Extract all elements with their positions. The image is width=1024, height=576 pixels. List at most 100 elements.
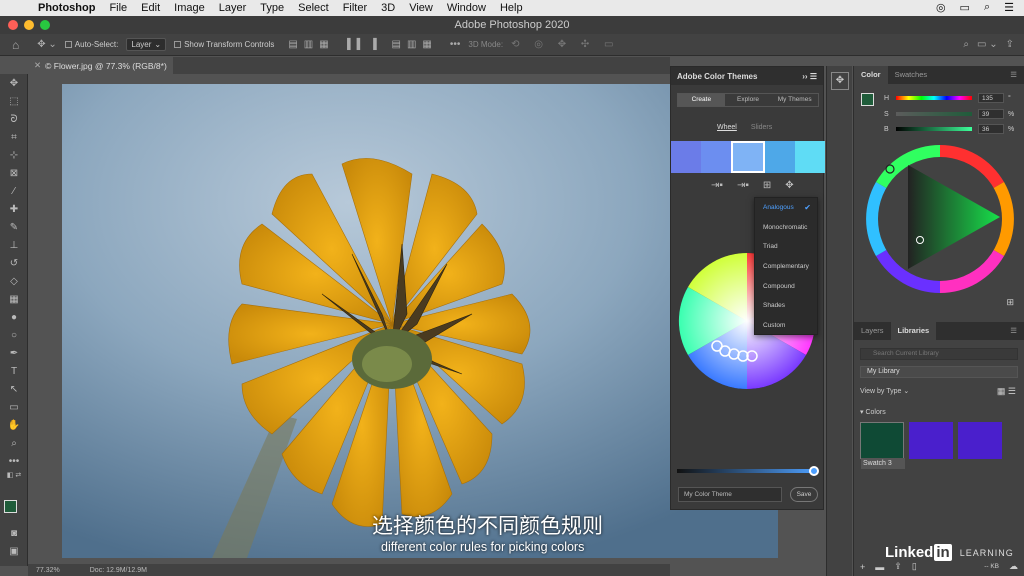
tab-swatches[interactable]: Swatches: [888, 66, 935, 84]
library-swatch[interactable]: [958, 422, 1002, 459]
theme-swatch-base[interactable]: [731, 141, 765, 173]
color-rule-icon[interactable]: ✥: [785, 180, 793, 191]
brightness-slider[interactable]: [896, 127, 972, 131]
gradient-tool-icon[interactable]: ▦: [0, 290, 28, 308]
move-tool-icon[interactable]: ✥ ⌄: [37, 39, 57, 50]
save-theme-button[interactable]: Save: [790, 487, 818, 502]
color-themes-dock-icon[interactable]: ✥: [831, 72, 849, 90]
library-search-input[interactable]: Search Current Library: [860, 348, 1018, 360]
theme-swatch[interactable]: [671, 141, 701, 173]
color-themes-title[interactable]: Adobe Color Themes: [677, 72, 757, 81]
menu-layer[interactable]: Layer: [219, 2, 247, 14]
add-element-icon[interactable]: +: [860, 562, 865, 572]
theme-name-input[interactable]: My Color Theme: [678, 487, 782, 502]
healing-tool-icon[interactable]: ✚: [0, 200, 28, 218]
dodge-tool-icon[interactable]: ○: [0, 326, 28, 344]
tab-libraries[interactable]: Libraries: [890, 322, 937, 340]
brightness-slider[interactable]: [677, 469, 817, 473]
screen-mode-icon[interactable]: ▣: [0, 542, 28, 560]
layer-select[interactable]: Layer ⌄: [126, 38, 167, 51]
rule-option-complementary[interactable]: Complementary: [755, 257, 817, 277]
zoom-tool-icon[interactable]: ⌕: [0, 434, 28, 452]
hsb-color-wheel[interactable]: [862, 141, 1018, 297]
menu-help[interactable]: Help: [500, 2, 523, 14]
stamp-tool-icon[interactable]: ⊥: [0, 236, 28, 254]
eyedropper-tool-icon[interactable]: ⁄: [0, 182, 28, 200]
library-swatch[interactable]: [909, 422, 953, 459]
library-select[interactable]: My Library: [860, 366, 1018, 378]
pen-tool-icon[interactable]: ✒: [0, 344, 28, 362]
creative-cloud-icon[interactable]: ◎: [936, 1, 946, 14]
rule-option-triad[interactable]: Triad: [755, 237, 817, 257]
brightness-slider-knob[interactable]: [809, 466, 819, 476]
more-tools-icon[interactable]: •••: [0, 452, 28, 470]
path-select-tool-icon[interactable]: ↖: [0, 380, 28, 398]
close-window-button[interactable]: [8, 20, 18, 30]
eraser-tool-icon[interactable]: ◇: [0, 272, 28, 290]
3d-tools-icons[interactable]: ⟲ ◎ ✥ ✣ ▭: [511, 39, 619, 50]
folder-icon[interactable]: ▬: [875, 562, 884, 572]
panel-menu-icon[interactable]: ☰: [1003, 66, 1024, 84]
default-colors-icon[interactable]: ◧ ⇄: [0, 470, 28, 480]
panel-menu-icon[interactable]: ☰: [1003, 322, 1024, 340]
crop-tool-icon[interactable]: ⊹: [0, 146, 28, 164]
theme-swatch[interactable]: [765, 141, 795, 173]
menu-3d[interactable]: 3D: [381, 2, 395, 14]
view-mode-icons[interactable]: ▦ ☰: [997, 386, 1016, 397]
tab-color[interactable]: Color: [854, 66, 888, 84]
more-options-icon[interactable]: •••: [450, 39, 461, 50]
delete-icon[interactable]: ▯: [912, 561, 917, 572]
tab-layers[interactable]: Layers: [854, 322, 891, 340]
rule-option-compound[interactable]: Compound: [755, 276, 817, 296]
menu-select[interactable]: Select: [298, 2, 329, 14]
upload-icon[interactable]: ⇪: [894, 561, 902, 572]
marquee-tool-icon[interactable]: ⬚: [0, 92, 28, 110]
tab-wheel[interactable]: Wheel: [717, 124, 737, 131]
tab-my-themes[interactable]: My Themes: [771, 94, 818, 106]
foreground-color-swatch[interactable]: [4, 500, 17, 513]
home-icon[interactable]: ⌂: [12, 38, 19, 52]
menu-image[interactable]: Image: [174, 2, 205, 14]
search-icon[interactable]: ⌕: [963, 39, 969, 50]
quick-mask-icon[interactable]: ◙: [0, 524, 28, 542]
menu-file[interactable]: File: [109, 2, 127, 14]
theme-swatch[interactable]: [701, 141, 731, 173]
menu-filter[interactable]: Filter: [343, 2, 367, 14]
menu-view[interactable]: View: [409, 2, 433, 14]
align-icons[interactable]: ▤▥▦ ▐▌▐ ▤▥▦: [288, 39, 438, 50]
brightness-value[interactable]: 36: [978, 124, 1004, 134]
panel-menu-icon[interactable]: ›› ☰: [802, 72, 817, 81]
brush-tool-icon[interactable]: ✎: [0, 218, 28, 236]
menu-window[interactable]: Window: [447, 2, 486, 14]
cloud-icon[interactable]: ☁: [1009, 561, 1018, 572]
type-tool-icon[interactable]: T: [0, 362, 28, 380]
minimize-window-button[interactable]: [24, 20, 34, 30]
zoom-level[interactable]: 77.32%: [36, 567, 60, 574]
add-icon[interactable]: ⊞: [1006, 297, 1014, 308]
workspace-icon[interactable]: ▭ ⌄: [977, 39, 998, 50]
saturation-value[interactable]: 39: [978, 109, 1004, 119]
rule-option-analogous[interactable]: Analogous ✔: [755, 198, 817, 218]
auto-select-checkbox[interactable]: Auto-Select:: [64, 40, 118, 49]
menu-app-name[interactable]: Photoshop: [38, 2, 95, 14]
search-icon[interactable]: ⌕: [984, 1, 990, 14]
rule-option-custom[interactable]: Custom: [755, 316, 817, 336]
tab-sliders[interactable]: Sliders: [751, 124, 772, 131]
lasso-tool-icon[interactable]: ᘐ: [0, 110, 28, 128]
colors-section-header[interactable]: ▾ Colors: [860, 408, 886, 416]
zoom-window-button[interactable]: [40, 20, 50, 30]
quick-select-tool-icon[interactable]: ⌗: [0, 128, 28, 146]
set-foreground-icon[interactable]: ⇥▪: [737, 180, 749, 191]
add-to-swatches-icon[interactable]: ⇥▪: [711, 180, 723, 191]
view-by-select[interactable]: View by Type ⌄: [860, 387, 909, 395]
hue-value[interactable]: 135: [978, 93, 1004, 103]
tab-explore[interactable]: Explore: [725, 94, 772, 106]
hand-tool-icon[interactable]: ✋: [0, 416, 28, 434]
show-transform-checkbox[interactable]: Show Transform Controls: [174, 40, 274, 49]
menu-type[interactable]: Type: [260, 2, 284, 14]
hue-slider[interactable]: [896, 96, 972, 100]
list-icon[interactable]: ☰: [1004, 1, 1014, 14]
grid-icon[interactable]: ⊞: [763, 180, 771, 191]
library-swatch-3[interactable]: Swatch 3: [860, 422, 905, 469]
rule-option-monochromatic[interactable]: Monochromatic: [755, 218, 817, 238]
